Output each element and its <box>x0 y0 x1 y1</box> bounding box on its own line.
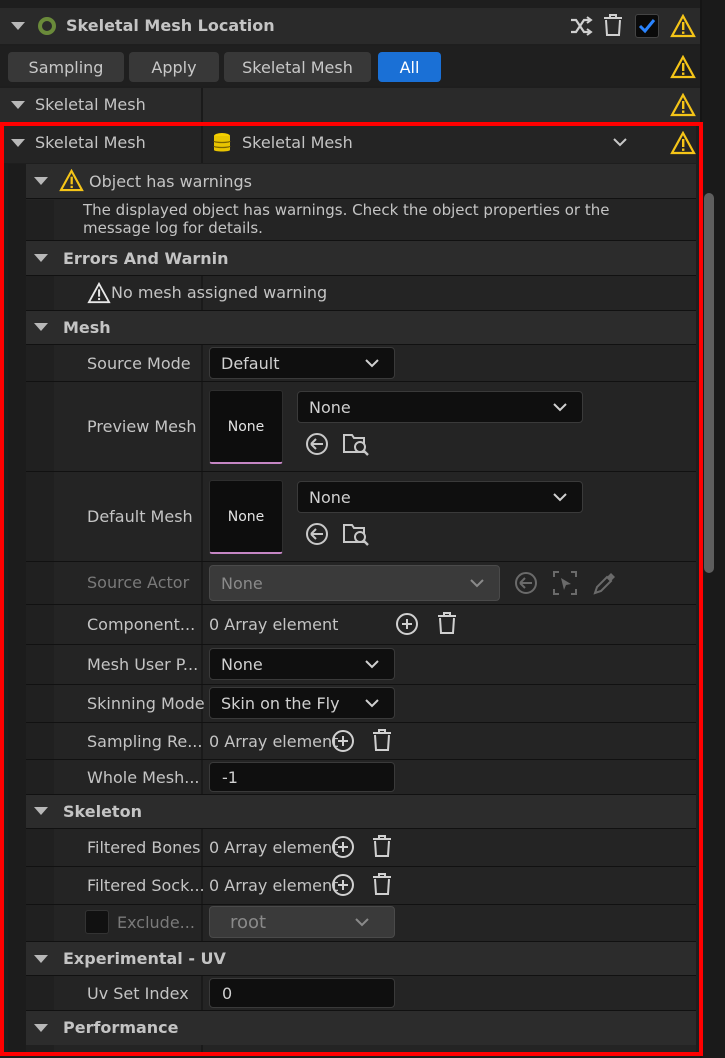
enabled-checkbox[interactable] <box>635 14 659 38</box>
highlight-box <box>0 122 703 1056</box>
module-title: Skeletal Mesh Location <box>66 16 275 35</box>
all-button[interactable]: All <box>378 52 441 82</box>
warning-icon <box>670 55 696 79</box>
trash-icon[interactable] <box>602 13 624 37</box>
scrollbar-thumb[interactable] <box>704 193 714 573</box>
sampling-button[interactable]: Sampling <box>8 52 124 82</box>
checkmark-icon <box>638 19 656 34</box>
apply-button[interactable]: Apply <box>129 52 219 82</box>
warning-icon <box>670 14 696 38</box>
collapse-arrow-icon[interactable] <box>11 22 25 30</box>
category-label: Skeletal Mesh <box>35 95 146 114</box>
collapse-arrow-icon[interactable] <box>11 101 25 109</box>
skeletal-mesh-button[interactable]: Skeletal Mesh <box>224 52 371 82</box>
module-status-icon <box>38 17 56 35</box>
shuffle-icon[interactable] <box>569 15 593 37</box>
warning-icon <box>670 93 696 117</box>
